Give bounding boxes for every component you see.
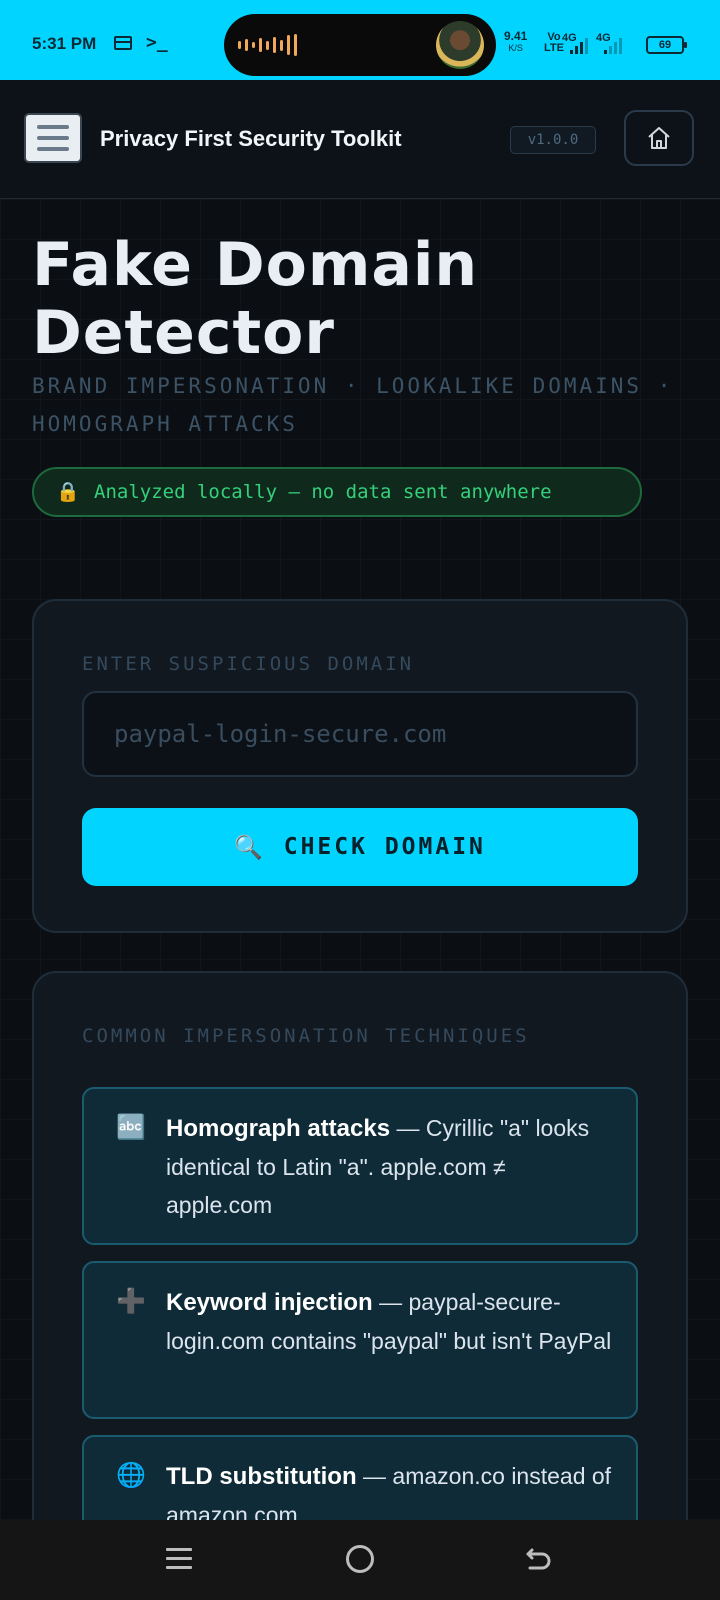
page-subtitle: BRAND IMPERSONATION · LOOKALIKE DOMAINS … bbox=[32, 374, 674, 436]
main-content[interactable]: Fake Domain Detector BRAND IMPERSONATION… bbox=[0, 199, 720, 1520]
techniques-heading: COMMON IMPERSONATION TECHNIQUES bbox=[82, 1025, 530, 1047]
page-title: Fake Domain Detector bbox=[32, 230, 479, 368]
technique-homograph: 🔤 Homograph attacks — Cyrillic "а" looks… bbox=[82, 1087, 638, 1245]
local-analysis-badge: 🔒 Analyzed locally — no data sent anywhe… bbox=[32, 467, 642, 517]
globe-icon: 🌐 bbox=[116, 1461, 146, 1489]
abc-icon: 🔤 bbox=[116, 1113, 146, 1141]
technique-keyword-injection: ➕ Keyword injection — paypal-secure-logi… bbox=[82, 1261, 638, 1419]
dynamic-island[interactable] bbox=[224, 14, 496, 76]
sim2-signal-icon bbox=[604, 36, 622, 54]
domain-check-card: ENTER SUSPICIOUS DOMAIN 🔍 CHECK DOMAIN bbox=[32, 599, 688, 933]
check-domain-button[interactable]: 🔍 CHECK DOMAIN bbox=[82, 808, 638, 886]
recent-apps-icon[interactable] bbox=[166, 1546, 192, 1572]
network-speed-value: 9.41 bbox=[504, 29, 528, 43]
technique-tld-substitution: 🌐 TLD substitution — amazon.co instead o… bbox=[82, 1435, 638, 1520]
screen-recorder-icon bbox=[114, 36, 132, 50]
local-analysis-text: Analyzed locally — no data sent anywhere bbox=[94, 481, 552, 503]
app-title: Privacy First Security Toolkit bbox=[100, 126, 402, 151]
technique-title: Keyword injection bbox=[166, 1289, 373, 1316]
technique-text: TLD substitution — amazon.co instead of … bbox=[166, 1457, 616, 1520]
technique-text: Keyword injection — paypal-secure-login.… bbox=[166, 1283, 616, 1360]
app-header: Privacy First Security Toolkit v1.0.0 bbox=[0, 80, 720, 199]
domain-input-label: ENTER SUSPICIOUS DOMAIN bbox=[82, 653, 415, 675]
technique-title: TLD substitution bbox=[166, 1463, 357, 1490]
home-button[interactable] bbox=[624, 110, 694, 166]
terminal-icon: >_ bbox=[146, 32, 168, 53]
volte-bottom: LTE bbox=[544, 42, 564, 54]
audio-waveform-icon bbox=[238, 34, 297, 56]
version-badge: v1.0.0 bbox=[510, 126, 596, 154]
network-speed: 9.41 K/S bbox=[504, 30, 527, 54]
hamburger-menu-button[interactable] bbox=[24, 113, 82, 163]
technique-title: Homograph attacks bbox=[166, 1115, 391, 1142]
back-icon[interactable] bbox=[522, 1542, 556, 1576]
home-icon bbox=[648, 127, 670, 149]
home-circle-icon[interactable] bbox=[346, 1545, 374, 1573]
system-nav-bar bbox=[0, 1520, 720, 1600]
sim1-signal-icon bbox=[570, 36, 588, 54]
media-avatar[interactable] bbox=[436, 21, 484, 69]
status-time: 5:31 PM bbox=[32, 34, 97, 53]
status-bar: 5:31 PM >_ 9.41 K/S Vo LTE 4G 4G 69 bbox=[0, 0, 720, 80]
technique-text: Homograph attacks — Cyrillic "а" looks i… bbox=[166, 1109, 616, 1224]
network-speed-unit: K/S bbox=[508, 43, 523, 53]
check-domain-label: CHECK DOMAIN bbox=[283, 834, 486, 860]
techniques-card: COMMON IMPERSONATION TECHNIQUES 🔤 Homogr… bbox=[32, 971, 688, 1520]
volte-indicator: Vo LTE bbox=[544, 32, 564, 54]
battery-icon: 69 bbox=[646, 36, 687, 54]
plus-icon: ➕ bbox=[116, 1287, 146, 1315]
lock-icon: 🔒 bbox=[56, 481, 80, 503]
domain-input[interactable] bbox=[82, 691, 638, 777]
search-icon: 🔍 bbox=[234, 834, 266, 861]
